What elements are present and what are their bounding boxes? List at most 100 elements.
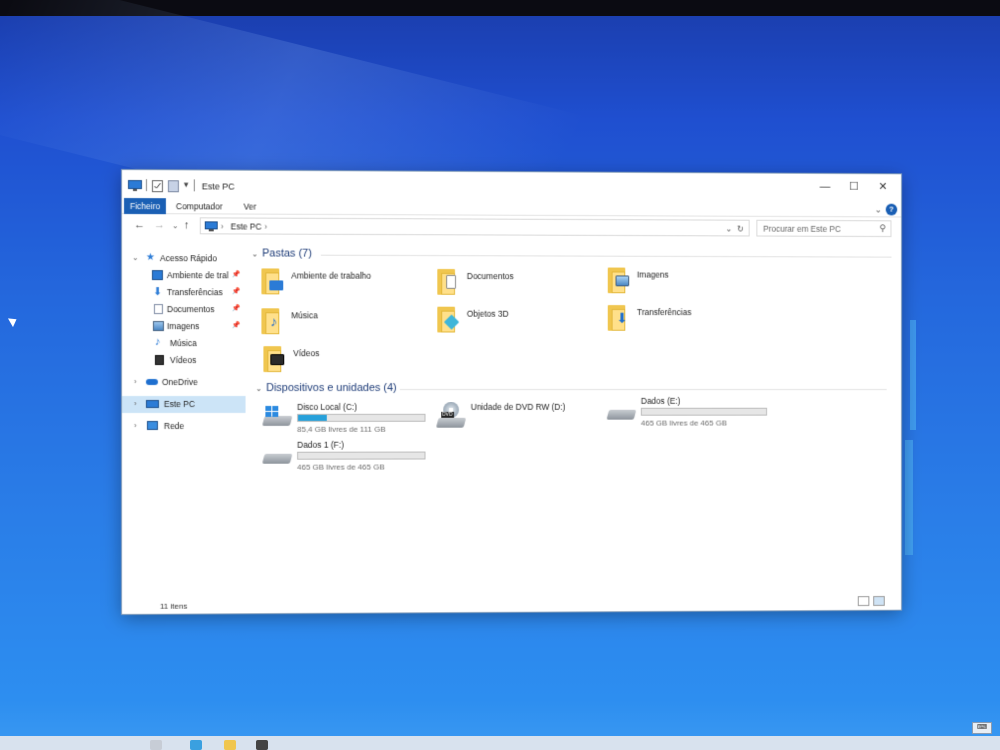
drive-free-space: 465 GB livres de 465 GB [297,462,385,472]
breadcrumb-separator-icon: › [220,221,224,232]
chevron-right-icon[interactable]: › [134,421,137,430]
folder-label: Imagens [636,269,669,280]
sidebar-item-label: Rede [163,420,185,431]
group-divider [320,254,892,258]
tab-file[interactable]: Ficheiro [123,198,167,215]
documents-folder-icon [437,267,459,297]
pin-icon: 📌 [231,271,241,279]
folder-pictures[interactable]: Imagens [607,266,754,300]
sidebar-item-label: Documentos [166,304,215,315]
windows-drive-icon [262,405,293,428]
close-button[interactable]: ✕ [867,177,898,197]
address-bar[interactable]: › Este PC › ⌄ ↻ [199,217,750,237]
content-pane: ⌄ Pastas (7) Ambiente de trabalho Documen… [251,240,897,600]
title-bar: ▾ Este PC — ☐ ✕ [122,170,902,202]
drive-c[interactable]: Disco Local (C:) 85,4 GB livres de 111 G… [262,402,441,438]
drive-usage-bar [297,413,426,422]
drive-name: Dados (E:) [640,395,681,406]
large-icons-view-icon[interactable] [873,596,885,606]
sidebar-item-quick-access[interactable]: ⌄ ★ Acesso Rápido [122,250,246,267]
folder-music[interactable]: ♪ Música [261,306,409,340]
store-icon[interactable] [256,740,268,750]
sidebar-item-onedrive[interactable]: › OneDrive [122,374,246,391]
status-bar: 11 itens [152,596,896,614]
drive-e[interactable]: Dados (E:) 465 GB livres de 465 GB [606,395,783,432]
devices-group-header[interactable]: ⌄ Dispositivos e unidades (4) [255,382,396,394]
separator [145,179,147,192]
sidebar-item-network[interactable]: › Rede [122,418,246,435]
drive-usage-bar [640,407,768,416]
search-input[interactable]: Procurar em Este PC ⚲ [756,219,892,238]
folder-documents[interactable]: Documentos [437,267,584,301]
desktop-folder-icon [261,266,284,296]
address-dropdown-icon[interactable]: ⌄ [725,224,732,235]
expand-ribbon-icon[interactable]: ⌄ [875,205,882,216]
file-explorer-window: ▾ Este PC — ☐ ✕ Ficheiro Computador Ver … [122,170,902,614]
folder-desktop[interactable]: Ambiente de trabalho [261,266,409,300]
background-window-edge [905,440,913,555]
tab-computer[interactable]: Computador [170,198,229,214]
sidebar-item-music[interactable]: ♪ Música [122,335,246,352]
video-icon [154,355,164,366]
search-icon: ⚲ [879,223,886,234]
folder-videos[interactable]: Vídeos [263,344,411,378]
tab-view[interactable]: Ver [238,199,263,215]
chevron-right-icon[interactable]: › [134,399,137,408]
keyboard-layout-icon[interactable]: ⌨ [972,722,992,734]
pictures-icon [152,321,164,332]
drive-f[interactable]: Dados 1 (F:) 465 GB livres de 465 GB [262,439,441,476]
help-button[interactable]: ? [885,203,898,216]
sidebar-item-this-pc[interactable]: › Este PC [122,395,246,413]
recent-locations-icon[interactable]: ⌄ [172,221,179,230]
desktop-icon [151,270,163,281]
chevron-down-icon[interactable]: ⌄ [132,253,139,262]
sidebar-item-label: Acesso Rápido [159,253,217,264]
minimize-button[interactable]: — [810,177,841,197]
sidebar-item-videos[interactable]: Vídeos [122,352,246,369]
cloud-icon [145,379,158,386]
sidebar-item-pictures[interactable]: Imagens 📌 [122,318,246,335]
properties-icon[interactable] [152,180,163,193]
folders-group-header[interactable]: ⌄ Pastas (7) [251,247,312,260]
details-view-icon[interactable] [857,596,870,606]
drive-d[interactable]: DVD Unidade de DVD RW (D:) [435,400,613,436]
sidebar-item-label: Este PC [163,398,196,409]
new-folder-icon[interactable] [168,180,179,193]
file-explorer-icon[interactable] [224,740,236,750]
folder-label: Vídeos [293,348,320,359]
pictures-folder-icon [607,266,630,296]
music-icon: ♪ [154,336,161,349]
chevron-right-icon[interactable]: › [134,377,137,386]
separator [193,179,195,192]
hard-drive-icon [262,448,293,466]
refresh-icon[interactable]: ↻ [737,224,744,235]
customize-quick-access-icon[interactable]: ▾ [184,179,189,190]
up-arrow-icon[interactable]: ↑ [184,219,189,231]
search-placeholder: Procurar em Este PC [763,223,841,234]
folder-label: Objetos 3D [466,308,509,319]
sidebar-item-desktop[interactable]: Ambiente de tral 📌 [122,267,246,284]
taskbar-app-icon[interactable] [150,740,162,750]
drive-usage-bar [297,451,426,460]
mouse-cursor-icon [7,314,20,328]
group-divider [399,389,887,391]
edge-icon[interactable] [190,740,202,750]
drive-name: Dados 1 (F:) [297,439,344,450]
folder-3d-objects[interactable]: Objetos 3D [437,305,584,339]
sidebar-item-documents[interactable]: Documentos 📌 [122,301,246,318]
folder-downloads[interactable]: ⬇ Transferências [607,303,754,337]
item-count: 11 itens [159,601,188,611]
chevron-down-icon: ⌄ [251,249,259,259]
breadcrumb-separator-icon: › [264,221,268,232]
sidebar-item-label: Imagens [166,321,200,332]
sidebar-item-downloads[interactable]: ⬇ Transferências 📌 [122,284,246,301]
navigation-bar: ← → ⌄ ↑ › Este PC › ⌄ ↻ Procurar em Este… [122,214,902,241]
back-arrow-icon[interactable]: ← [134,219,145,231]
breadcrumb-this-pc[interactable]: Este PC [231,221,262,231]
dvd-drive-icon: DVD [435,401,467,428]
folder-label: Ambiente de trabalho [291,270,372,281]
pin-icon: 📌 [231,305,241,313]
chevron-down-icon: ⌄ [255,384,263,393]
maximize-button[interactable]: ☐ [839,177,870,197]
forward-arrow-icon[interactable]: → [154,219,165,231]
